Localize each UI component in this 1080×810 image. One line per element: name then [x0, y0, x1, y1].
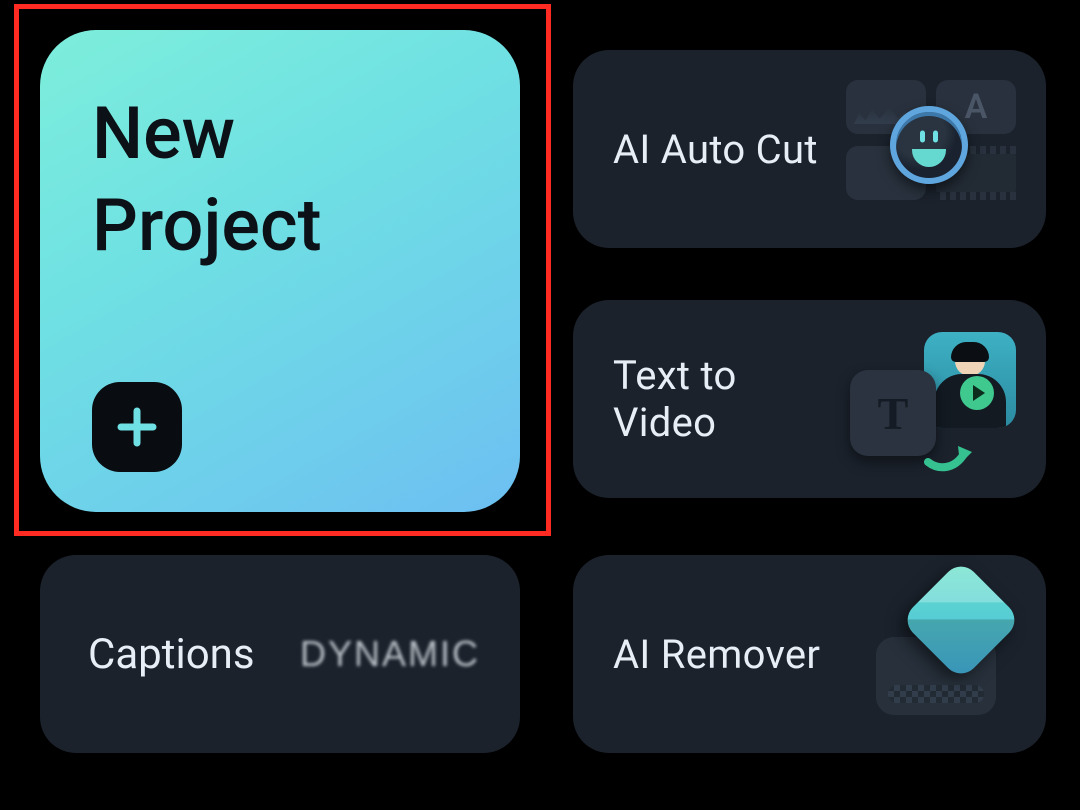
text-to-video-icon: T — [846, 314, 1016, 484]
auto-cut-icon: A — [846, 64, 1016, 234]
ai-remover-label: AI Remover — [613, 631, 820, 678]
captions-tile[interactable]: Captions DYNAMIC — [40, 555, 520, 753]
create-screen: New Project AI Auto Cut A Text to Video … — [0, 0, 1080, 810]
captions-sample-text: DYNAMIC — [300, 633, 480, 675]
captions-label: Captions — [88, 630, 255, 679]
ai-auto-cut-label: AI Auto Cut — [613, 126, 818, 173]
text-to-video-label: Text to Video — [613, 352, 846, 446]
ai-auto-cut-tile[interactable]: AI Auto Cut A — [573, 50, 1046, 248]
new-project-title: New Project — [92, 88, 476, 272]
arrow-icon — [924, 432, 974, 472]
ai-remover-tile[interactable]: AI Remover — [573, 555, 1046, 753]
eraser-icon — [846, 569, 1016, 739]
play-icon — [960, 376, 994, 410]
plus-icon — [92, 382, 182, 472]
text-to-video-tile[interactable]: Text to Video T — [573, 300, 1046, 498]
new-project-tile[interactable]: New Project — [40, 30, 520, 512]
